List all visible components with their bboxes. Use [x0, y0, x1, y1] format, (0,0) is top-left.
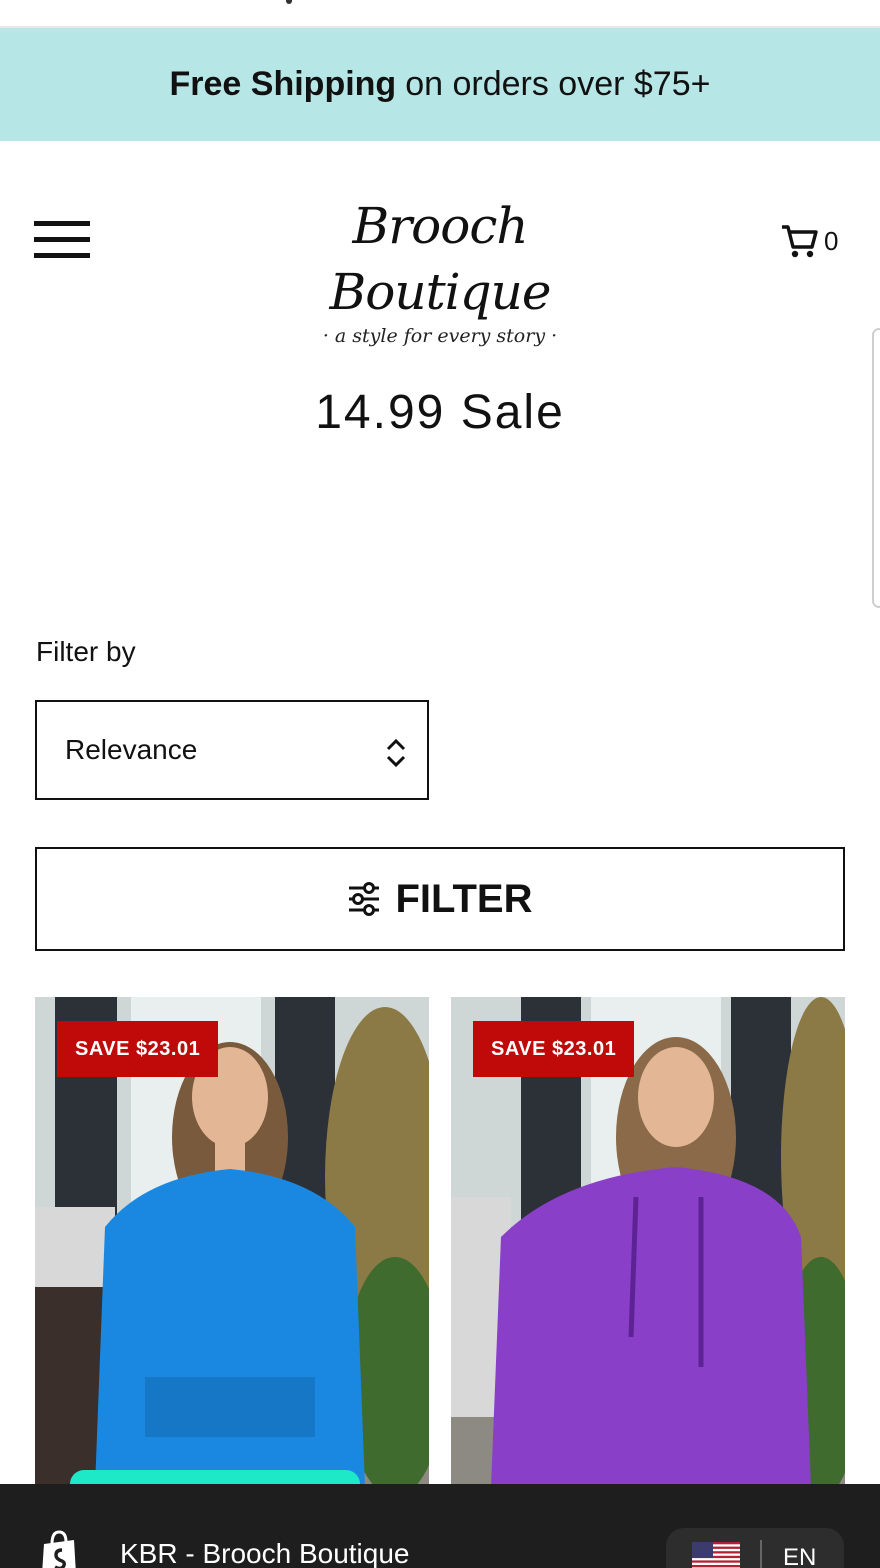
filter-label: Filter by	[36, 636, 136, 667]
sliders-icon	[349, 882, 380, 916]
cart-icon	[782, 225, 818, 258]
promo-banner: Free Shipping on orders over $75+	[0, 28, 880, 141]
promo-text: on orders over $75+	[405, 65, 711, 103]
language-code: EN	[783, 1544, 817, 1568]
filter-button[interactable]: FILTER	[35, 847, 845, 951]
page-title: 14.99 Sale	[315, 386, 565, 439]
product-card[interactable]: SAVE $23.01	[451, 997, 845, 1487]
brand-tagline: · a style for every story ·	[322, 325, 558, 347]
site-header: Brooch Boutique · a style for every stor…	[0, 141, 880, 347]
divider	[760, 1540, 762, 1568]
store-name: KBR - Brooch Boutique	[120, 1538, 410, 1568]
cart-count: 0	[824, 225, 839, 256]
us-flag-icon	[692, 1542, 740, 1568]
updown-chevron-icon	[386, 738, 406, 768]
language-selector[interactable]: EN	[666, 1528, 844, 1568]
sort-select[interactable]: Relevance	[35, 700, 429, 800]
brand-logo[interactable]: Brooch Boutique · a style for every stor…	[250, 193, 630, 347]
product-card[interactable]: SAVE $23.01	[35, 997, 429, 1487]
shopping-bag-icon	[42, 1530, 76, 1568]
menu-icon[interactable]	[34, 221, 90, 261]
save-badge: SAVE $23.01	[473, 1021, 635, 1077]
shop-app-bar: KBR - Brooch Boutique EN	[0, 1484, 880, 1568]
top-status-strip	[0, 0, 880, 28]
sort-value: Relevance	[65, 734, 198, 765]
filter-button-label: FILTER	[395, 876, 533, 921]
top-indicator	[286, 0, 292, 4]
save-badge: SAVE $23.01	[57, 1021, 219, 1077]
cart-button[interactable]: 0	[780, 219, 838, 263]
brand-name: Brooch Boutique	[329, 197, 552, 321]
promo-bold-text: Free Shipping	[169, 65, 397, 103]
side-scroll-indicator[interactable]	[872, 328, 880, 608]
